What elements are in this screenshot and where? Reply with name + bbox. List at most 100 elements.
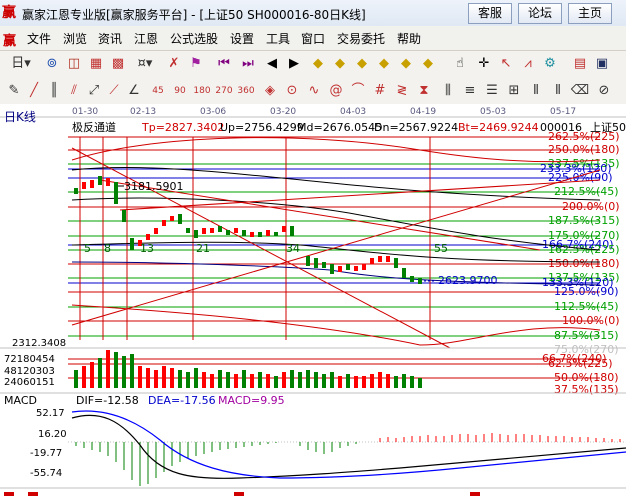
menu-tools[interactable]: 工具	[266, 30, 290, 47]
macd-name: MACD	[4, 394, 37, 407]
pencil-icon[interactable]: ✎	[4, 81, 24, 101]
grid-icon[interactable]: #	[370, 81, 390, 101]
candle	[226, 230, 230, 235]
levels-icon[interactable]: ☰	[482, 81, 502, 101]
parallel-icon[interactable]: ⫴	[526, 81, 546, 101]
gann-270-icon[interactable]: 270	[214, 81, 234, 101]
calendar-icon[interactable]: ▤	[570, 54, 590, 74]
tab-marker[interactable]	[4, 492, 14, 496]
gann-180-icon[interactable]: 180	[192, 81, 212, 101]
candle	[210, 228, 214, 233]
macd-y-label: -55.74	[30, 468, 62, 479]
date-tick: 03-20	[270, 107, 296, 117]
volume-label: 24060151	[4, 377, 55, 388]
menu-help[interactable]: 帮助	[397, 30, 421, 47]
menu-settings[interactable]: 设置	[230, 30, 254, 47]
md-value: Md=2676.0545	[297, 121, 382, 134]
tab-marker[interactable]	[28, 492, 38, 496]
square-icon[interactable]: ◈	[260, 81, 280, 101]
menu-logo-icon[interactable]: 赢	[3, 30, 16, 49]
cursor-icon[interactable]: ↖	[496, 54, 516, 74]
menu-news[interactable]: 资讯	[98, 30, 122, 47]
period-cycle-icon[interactable]: ⫼	[438, 81, 458, 101]
chart-area[interactable]: 01-30 02-13 03-06 03-20 04-03 04-19 05-0…	[0, 104, 626, 496]
calculator-icon[interactable]: ▣	[592, 54, 612, 74]
menu-formula-select[interactable]: 公式选股	[170, 30, 218, 47]
channel-icon[interactable]: ⫽	[64, 81, 84, 101]
bar-icon[interactable]: ║	[44, 81, 64, 101]
gann-45-icon[interactable]: 45	[148, 81, 168, 101]
spiral-icon[interactable]: @	[326, 81, 346, 101]
dn-value: Dn=2567.9224	[374, 121, 458, 134]
box-icon[interactable]: ⊞	[504, 81, 524, 101]
forum-button[interactable]: 论坛	[518, 3, 562, 24]
chart-icon[interactable]: ◫	[64, 54, 84, 74]
gann-level-label: 112.5%(45)	[554, 300, 619, 313]
gann-level-label: 200.0%(0)	[562, 200, 620, 213]
candle	[82, 182, 86, 189]
homepage-button[interactable]: 主页	[568, 3, 612, 24]
arc-icon[interactable]: ⌒	[348, 81, 368, 101]
clear-icon[interactable]: ⊘	[594, 81, 614, 101]
title-bar: 赢 赢家江恩专业版[赢家服务平台] - [上证50 SH000016-80日K线…	[0, 0, 626, 27]
volume-bar	[330, 372, 334, 388]
diamond-1-icon[interactable]: ◆	[308, 54, 328, 74]
crosshair-icon[interactable]: ✛	[474, 54, 494, 74]
volume-label: 48120303	[4, 366, 55, 377]
chart-svg[interactable]: 01-30 02-13 03-06 03-20 04-03 04-19 05-0…	[0, 104, 626, 496]
date-tick: 04-19	[410, 107, 436, 117]
first-icon[interactable]: ⏮	[214, 54, 234, 74]
volume-bar	[186, 372, 190, 388]
diamond-3-icon[interactable]: ◆	[352, 54, 372, 74]
fibonacci-icon[interactable]: ≡	[460, 81, 480, 101]
menu-browse[interactable]: 浏览	[63, 30, 87, 47]
volume-bar	[354, 376, 358, 388]
menu-bar: 赢 文件 浏览 资讯 江恩 公式选股 设置 工具 窗口 交易委托 帮助	[0, 26, 626, 51]
delete-icon[interactable]: ⌫	[570, 81, 590, 101]
tab-marker[interactable]	[470, 492, 480, 496]
multi-chart-icon[interactable]: ▩	[108, 54, 128, 74]
candle	[314, 258, 318, 268]
draw-icon[interactable]: ✗	[164, 54, 184, 74]
menu-trade[interactable]: 交易委托	[337, 30, 385, 47]
next-icon[interactable]: ▶	[284, 54, 304, 74]
trend-icon[interactable]: ⩘	[518, 54, 538, 74]
gann-90-icon[interactable]: 90	[170, 81, 190, 101]
volume-bar	[90, 362, 94, 388]
gear-icon[interactable]: ⚙	[540, 54, 560, 74]
hand-icon[interactable]: ☝	[450, 54, 470, 74]
gann-level-label: 262.5%(225)	[548, 130, 620, 143]
zigzag-icon[interactable]: ≷	[392, 81, 412, 101]
volume-bar	[346, 374, 350, 388]
ray-icon[interactable]: ⤢	[84, 81, 104, 101]
indicator-dropdown[interactable]: ¤▾	[132, 54, 158, 74]
diamond-2-icon[interactable]: ◆	[330, 54, 350, 74]
vertical-lines-icon[interactable]: ⦀	[548, 81, 568, 101]
wave-icon[interactable]: ∿	[304, 81, 324, 101]
prev-icon[interactable]: ◀	[262, 54, 282, 74]
menu-window[interactable]: 窗口	[301, 30, 325, 47]
split-icon[interactable]: ▦	[86, 54, 106, 74]
angle-icon[interactable]: ∠	[124, 81, 144, 101]
diamond-4-icon[interactable]: ◆	[374, 54, 394, 74]
circle-icon[interactable]: ⊙	[282, 81, 302, 101]
flag-icon[interactable]: ⚑	[186, 54, 206, 74]
candle	[170, 216, 174, 221]
tab-marker[interactable]	[234, 492, 244, 496]
volume-bar	[114, 352, 118, 388]
fan-icon[interactable]: ⟋	[104, 81, 124, 101]
customer-service-button[interactable]: 客服	[468, 3, 512, 24]
diamond-5-icon[interactable]: ◆	[396, 54, 416, 74]
macd-dif: DIF=-12.58	[76, 394, 139, 407]
gann-level-label: 212.5%(45)	[554, 185, 619, 198]
menu-file[interactable]: 文件	[27, 30, 51, 47]
app-logo-icon: 赢	[2, 5, 16, 21]
time-icon[interactable]: ⧗	[414, 81, 434, 101]
gann-360-icon[interactable]: 360	[236, 81, 256, 101]
quote-icon[interactable]: ⊚	[42, 54, 62, 74]
line-icon[interactable]: ╱	[24, 81, 44, 101]
period-dropdown[interactable]: 日▾	[4, 54, 38, 74]
diamond-6-icon[interactable]: ◆	[418, 54, 438, 74]
last-icon[interactable]: ⏭	[238, 54, 258, 74]
menu-gann[interactable]: 江恩	[134, 30, 158, 47]
